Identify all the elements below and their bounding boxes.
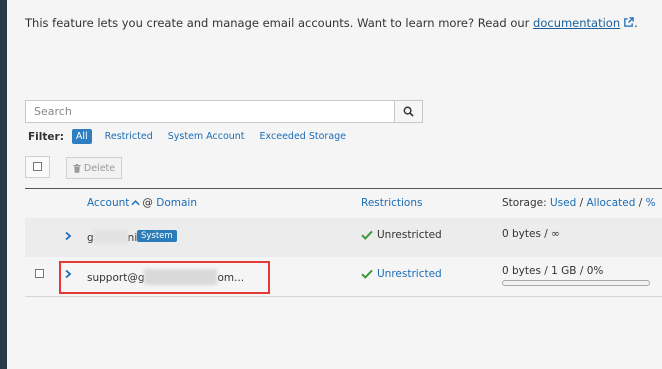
system-badge: System [137, 230, 177, 242]
trash-icon [73, 163, 81, 173]
expand-chevron-icon[interactable] [63, 231, 73, 241]
filter-system-account[interactable]: System Account [168, 131, 245, 142]
intro-sentence: This feature lets you create and manage … [25, 16, 534, 30]
check-icon [361, 230, 373, 240]
documentation-link[interactable]: documentation [533, 16, 620, 30]
storage-column-header: Storage: Used / Allocated / % [502, 197, 656, 209]
filter-exceeded-storage[interactable]: Exceeded Storage [260, 131, 346, 142]
filter-all[interactable]: All [71, 129, 92, 144]
filter-bar: Filter: All Restricted System Account Ex… [28, 129, 361, 144]
table-header: Account @ Domain Restrictions Storage: Us… [25, 189, 662, 219]
delete-button[interactable]: Delete [66, 157, 122, 179]
intro-suffix: . [634, 16, 638, 30]
intro-text: This feature lets you create and manage … [25, 16, 638, 30]
external-link-icon[interactable] [623, 17, 634, 28]
left-sidebar-edge [0, 0, 7, 369]
sort-ascending-icon[interactable] [131, 199, 141, 206]
sort-by-domain[interactable]: Domain [156, 197, 197, 209]
storage-usage: 0 bytes / 1 GB / 0% [502, 265, 604, 277]
sort-by-allocated[interactable]: Allocated [586, 197, 635, 209]
delete-button-label: Delete [83, 162, 116, 174]
row-checkbox[interactable] [35, 269, 44, 278]
search-input[interactable] [26, 101, 396, 122]
storage-usage: 0 bytes / ∞ [502, 228, 560, 240]
storage-header-sep-1: / [579, 197, 584, 209]
restriction-link: Unrestricted [377, 268, 442, 280]
filter-restricted[interactable]: Restricted [105, 131, 153, 142]
at-sign: @ [142, 197, 153, 209]
restriction-label: Unrestricted [377, 229, 442, 241]
account-name-end: ni [127, 232, 138, 244]
redacted-text [93, 230, 128, 244]
table-row: support@g om... Unrestricted 0 bytes / 1 … [25, 257, 662, 297]
filter-label: Filter: [28, 130, 64, 143]
storage-header-label: Storage: [502, 197, 547, 209]
select-all-checkbox-square [33, 162, 42, 171]
search-icon [403, 106, 414, 117]
check-icon [361, 269, 373, 279]
account-name-start: g [87, 232, 94, 244]
storage-usage-bar [502, 280, 650, 286]
account-name[interactable]: support@g om... [87, 269, 244, 285]
sort-by-account[interactable]: Account [87, 197, 129, 209]
redacted-text [144, 269, 218, 285]
table-row: g ni System Unrestricted 0 bytes / ∞ [25, 218, 662, 258]
account-name-start: support@g [87, 272, 145, 284]
expand-chevron-icon[interactable] [63, 269, 73, 279]
sort-by-used[interactable]: Used [550, 197, 576, 209]
sort-by-restrictions[interactable]: Restrictions [361, 197, 422, 209]
restriction-status[interactable]: Unrestricted [361, 268, 442, 280]
search-button[interactable] [394, 101, 422, 122]
search-bar [25, 100, 423, 123]
account-name-end: om... [217, 272, 245, 284]
storage-header-sep-2: / [638, 197, 643, 209]
select-all-checkbox[interactable] [25, 156, 50, 178]
restriction-status: Unrestricted [361, 229, 442, 241]
sort-by-percent[interactable]: % [646, 197, 656, 209]
account-column-header: Account @ Domain [87, 197, 197, 209]
account-name: g ni [87, 230, 137, 244]
